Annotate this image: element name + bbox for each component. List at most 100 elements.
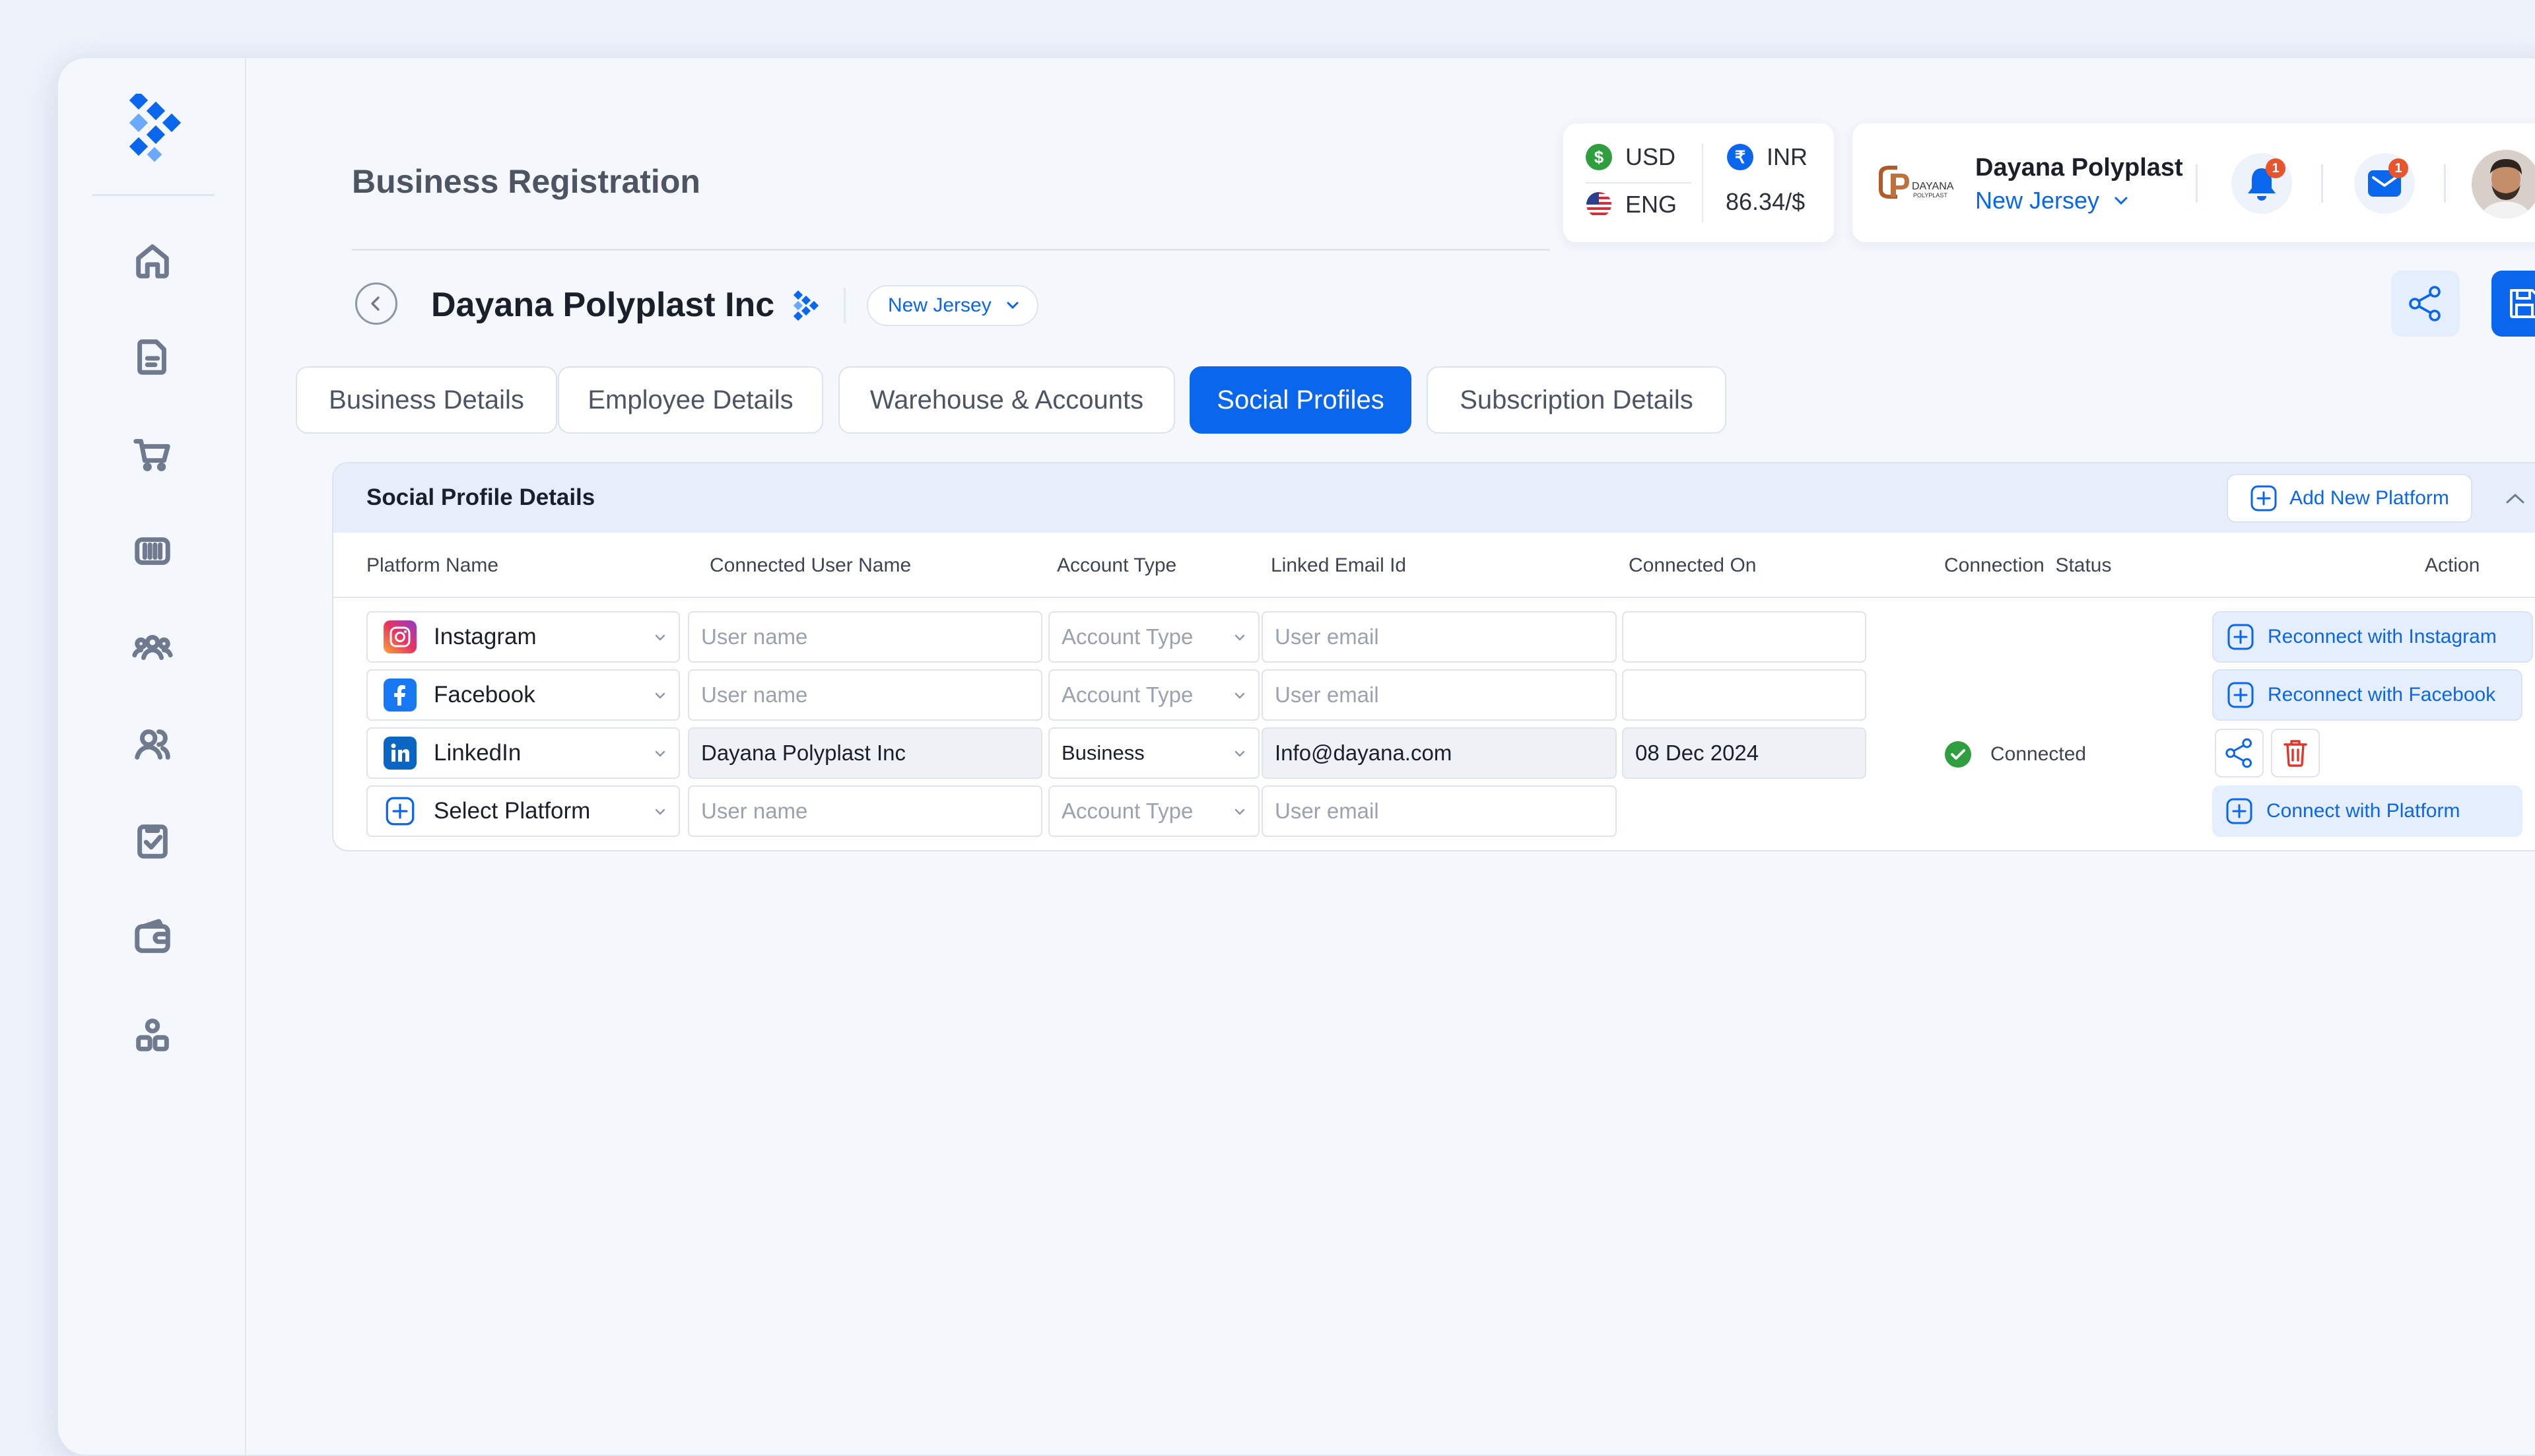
tab-warehouse-accounts[interactable]: Warehouse & Accounts <box>838 366 1175 434</box>
tab-employee-details[interactable]: Employee Details <box>558 366 823 434</box>
title-divider <box>352 249 1550 251</box>
user-name-input[interactable]: User name <box>688 785 1042 837</box>
messages-badge: 1 <box>2388 158 2408 178</box>
collapse-button[interactable] <box>2499 482 2532 515</box>
column-header-connected-on: Connected On <box>1629 554 1757 576</box>
reconnect-facebook-button[interactable]: Reconnect with Facebook <box>2212 669 2522 721</box>
facebook-icon <box>384 678 417 711</box>
column-header-account-type: Account Type <box>1057 554 1177 576</box>
business-location-dropdown[interactable]: New Jersey <box>867 285 1038 326</box>
business-name: Dayana Polyplast Inc <box>431 286 775 324</box>
currency-switcher[interactable]: $ USD ENG ₹ INR 86.34/$ <box>1563 123 1834 242</box>
account-type-placeholder: Account Type <box>1062 682 1194 707</box>
plus-icon <box>384 795 417 828</box>
connect-platform-label: Connect with Platform <box>2266 800 2460 822</box>
company-logo-text: DAYANA <box>1912 181 1954 192</box>
sidebar-item-cart[interactable] <box>131 432 174 476</box>
column-header-status: Connection Status <box>1944 554 2112 576</box>
instagram-icon <box>384 620 417 653</box>
chevron-down-icon <box>655 750 665 757</box>
plus-square-icon <box>2227 624 2254 650</box>
platform-name: Instagram <box>434 624 537 649</box>
account-type-select[interactable]: Account Type <box>1048 611 1260 663</box>
email-input[interactable]: User email <box>1262 611 1617 663</box>
platform-select[interactable]: Facebook <box>366 669 680 721</box>
user-name-input[interactable]: Dayana Polyplast Inc <box>688 727 1042 779</box>
account-type-value: Business <box>1062 741 1145 764</box>
platform-select[interactable]: LinkedIn <box>366 727 680 779</box>
column-header-action: Action <box>2425 554 2480 576</box>
delete-profile-button[interactable] <box>2271 729 2320 778</box>
company-location-selector[interactable]: New Jersey <box>1975 187 2128 215</box>
trash-icon <box>2283 740 2307 767</box>
chevron-down-icon <box>655 692 665 699</box>
connected-on-field[interactable] <box>1622 611 1866 663</box>
brand-mark-icon <box>793 290 819 321</box>
plus-square-icon <box>2250 485 2277 512</box>
save-button[interactable] <box>2491 271 2535 337</box>
chevron-down-icon <box>1007 302 1019 310</box>
language-code: ENG <box>1625 191 1677 218</box>
header-divider <box>2321 164 2323 203</box>
chevron-down-icon <box>655 809 665 815</box>
email-input[interactable]: Info@dayana.com <box>1262 727 1617 779</box>
sidebar-item-users[interactable] <box>131 723 174 766</box>
currency-divider <box>1586 182 1691 183</box>
connect-platform-button[interactable]: Connect with Platform <box>2212 785 2522 837</box>
share-profile-button[interactable] <box>2215 729 2264 778</box>
home-icon <box>136 244 169 279</box>
floppy-disk-icon <box>2510 289 2535 318</box>
dollar-coin-icon: $ <box>1586 144 1612 170</box>
sidebar-item-modules[interactable] <box>131 1013 174 1057</box>
platform-name: Facebook <box>434 682 535 708</box>
target-currency[interactable]: ₹ INR <box>1727 143 1808 171</box>
account-type-select[interactable]: Business <box>1048 727 1260 779</box>
column-header-platform: Platform Name <box>366 554 499 576</box>
base-currency[interactable]: $ USD <box>1586 143 1675 171</box>
company-profile-card: DAYANA POLYPLAST Dayana Polyplast New Je… <box>1852 123 2535 242</box>
company-logo-subtext: POLYPLAST <box>1913 192 1947 199</box>
share-icon <box>2225 738 2252 768</box>
notifications-button[interactable]: 1 <box>2231 153 2292 214</box>
sidebar-item-documents[interactable] <box>131 335 174 379</box>
chevron-left-icon <box>371 296 380 311</box>
sidebar-item-groups[interactable] <box>131 626 174 669</box>
tab-social-profiles[interactable]: Social Profiles <box>1190 366 1411 434</box>
sidebar-item-home[interactable] <box>131 239 174 282</box>
user-avatar[interactable] <box>2472 150 2535 218</box>
tab-subscription-details[interactable]: Subscription Details <box>1427 366 1726 434</box>
user-name-input[interactable]: User name <box>688 611 1042 663</box>
sidebar-item-barcode[interactable] <box>131 529 174 573</box>
platform-select[interactable]: Instagram <box>366 611 680 663</box>
add-new-platform-button[interactable]: Add New Platform <box>2227 474 2472 523</box>
account-type-select[interactable]: Account Type <box>1048 669 1260 721</box>
platform-select[interactable]: Select Platform <box>366 785 680 837</box>
connected-on-field[interactable]: 08 Dec 2024 <box>1622 727 1866 779</box>
email-input[interactable]: User email <box>1262 669 1617 721</box>
business-location-value: New Jersey <box>888 294 992 316</box>
app-logo[interactable] <box>124 94 185 162</box>
avatar-image <box>2472 150 2535 218</box>
share-button[interactable] <box>2391 271 2460 337</box>
reconnect-instagram-label: Reconnect with Instagram <box>2268 626 2497 647</box>
connection-status: Connected <box>1944 741 2086 768</box>
connected-on-field[interactable] <box>1622 669 1866 721</box>
user-name-input[interactable]: User name <box>688 669 1042 721</box>
tab-business-details[interactable]: Business Details <box>296 366 557 434</box>
reconnect-instagram-button[interactable]: Reconnect with Instagram <box>2212 611 2533 663</box>
sidebar-divider <box>92 194 215 196</box>
back-button[interactable] <box>355 282 397 325</box>
company-name: Dayana Polyplast <box>1975 154 2183 182</box>
language-selector[interactable]: ENG <box>1586 191 1677 218</box>
account-type-placeholder: Account Type <box>1062 799 1194 823</box>
linkedin-icon <box>384 737 417 770</box>
account-type-select[interactable]: Account Type <box>1048 785 1260 837</box>
messages-button[interactable]: 1 <box>2354 153 2415 214</box>
platform-name: LinkedIn <box>434 740 522 766</box>
email-input[interactable]: User email <box>1262 785 1617 837</box>
sidebar-item-tasks[interactable] <box>131 819 174 863</box>
exchange-rate: 86.34/$ <box>1726 188 1806 215</box>
sidebar-item-wallet[interactable] <box>131 916 174 960</box>
chevron-down-icon <box>2114 197 2128 205</box>
chevron-up-icon <box>2506 493 2524 504</box>
